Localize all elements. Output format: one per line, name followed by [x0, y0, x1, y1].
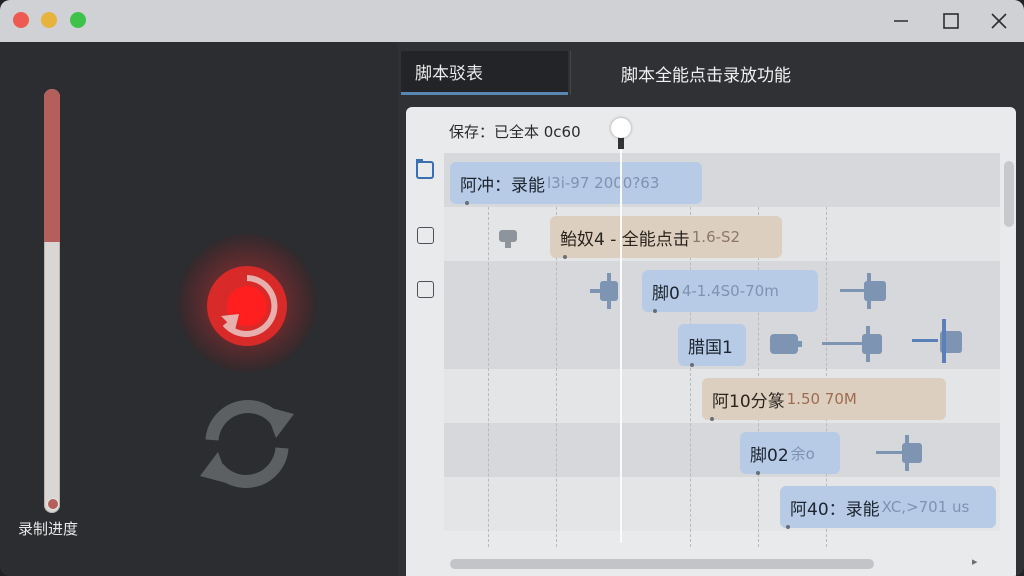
scroll-right-arrow-icon[interactable]: ▸ [972, 555, 978, 568]
progress-fill [44, 89, 60, 242]
event-icon[interactable] [912, 319, 964, 363]
vertical-scrollbar[interactable] [1004, 161, 1014, 227]
recorder-panel: 录制进度 [0, 42, 398, 576]
minimize-button[interactable] [888, 8, 914, 34]
tab-full-click-playback[interactable]: 脚本全能点击录放功能 [570, 51, 1010, 95]
event-icon[interactable] [494, 223, 522, 251]
block-label: 阿10分篆 [712, 391, 785, 412]
maximize-button[interactable] [938, 8, 964, 34]
app-window: 录制进度 脚本驳表 脚本全能点击录放功能 保存：已全本 0c60 阿冲：录能 l… [0, 0, 1024, 576]
progress-label: 录制进度 [18, 520, 79, 538]
title-bar [0, 0, 1024, 43]
track-checkbox[interactable] [417, 227, 434, 244]
timeline-panel: 脚本驳表 脚本全能点击录放功能 保存：已全本 0c60 阿冲：录能 l3i-97… [398, 42, 1024, 576]
tab-bar: 脚本驳表 脚本全能点击录放功能 [398, 42, 1024, 100]
keyframe-dot[interactable] [690, 363, 694, 367]
record-refresh-icon [207, 266, 287, 346]
timeline-block[interactable]: 阿10分篆 1.50 70M [702, 378, 946, 420]
block-label: 腊国1 [688, 337, 733, 358]
minimize-traffic-light[interactable] [41, 12, 57, 28]
progress-handle[interactable] [47, 498, 59, 510]
keyframe-dot[interactable] [563, 255, 567, 259]
grid-line [488, 207, 489, 547]
timeline-block[interactable]: 阿40：录能 XC,>701 us [780, 486, 996, 528]
block-label: 阿40：录能 [790, 499, 880, 520]
grid-line [556, 207, 557, 547]
sync-arrows-icon [200, 400, 294, 488]
block-label: 脚0 [652, 283, 680, 304]
close-traffic-light[interactable] [13, 12, 29, 28]
event-icon[interactable] [822, 326, 886, 362]
block-label: 鲐奴4 - 全能点击 [560, 229, 690, 250]
block-detail: 余o [790, 444, 815, 463]
timeline-block[interactable]: 鲐奴4 - 全能点击 1.6-S2 [550, 216, 782, 258]
block-label: 脚02 [750, 445, 789, 466]
block-detail: XC,>701 us [881, 498, 970, 516]
playhead-handle[interactable] [611, 118, 631, 138]
timeline-canvas[interactable]: 保存：已全本 0c60 阿冲：录能 l3i-97 2000?63 鲐奴4 - 全… [406, 107, 1016, 576]
save-status: 保存：已全本 0c60 [449, 123, 581, 141]
horizontal-scrollbar[interactable] [450, 559, 874, 569]
keyframe-dot[interactable] [786, 525, 790, 529]
timeline-block[interactable]: 脚02 余o [740, 432, 840, 474]
block-detail: 1.50 70M [786, 390, 857, 408]
block-detail: l3i-97 2000?63 [547, 174, 660, 192]
track-checkbox[interactable] [417, 281, 434, 298]
grid-line [758, 207, 759, 547]
block-detail: 1.6-S2 [691, 228, 741, 246]
event-icon[interactable] [840, 273, 892, 309]
timeline-block[interactable]: 阿冲：录能 l3i-97 2000?63 [450, 162, 702, 204]
close-button[interactable] [986, 8, 1012, 34]
recording-progress-bar[interactable] [44, 89, 60, 513]
keyframe-dot[interactable] [653, 309, 657, 313]
timeline-block[interactable]: 腊国1 [678, 324, 746, 366]
block-detail: 4-1.4S0-70m [681, 282, 779, 300]
sync-button[interactable] [190, 392, 304, 496]
keyframe-dot[interactable] [710, 417, 714, 421]
clip-icon[interactable] [414, 157, 436, 185]
maximize-icon [943, 13, 959, 29]
zoom-traffic-light[interactable] [70, 12, 86, 28]
tab-script-list[interactable]: 脚本驳表 [401, 51, 568, 95]
record-button[interactable] [205, 264, 289, 348]
keyframe-dot[interactable] [756, 471, 760, 475]
minimize-icon [894, 20, 908, 22]
playhead-line [620, 147, 622, 543]
event-icon[interactable] [770, 329, 804, 359]
keyframe-dot[interactable] [465, 201, 469, 205]
event-icon[interactable] [876, 435, 928, 471]
playhead-stem [618, 137, 624, 149]
block-label: 阿冲：录能 [460, 175, 545, 196]
timeline-block[interactable]: 脚0 4-1.4S0-70m [642, 270, 818, 312]
close-icon [991, 13, 1007, 29]
grid-line [690, 207, 691, 547]
